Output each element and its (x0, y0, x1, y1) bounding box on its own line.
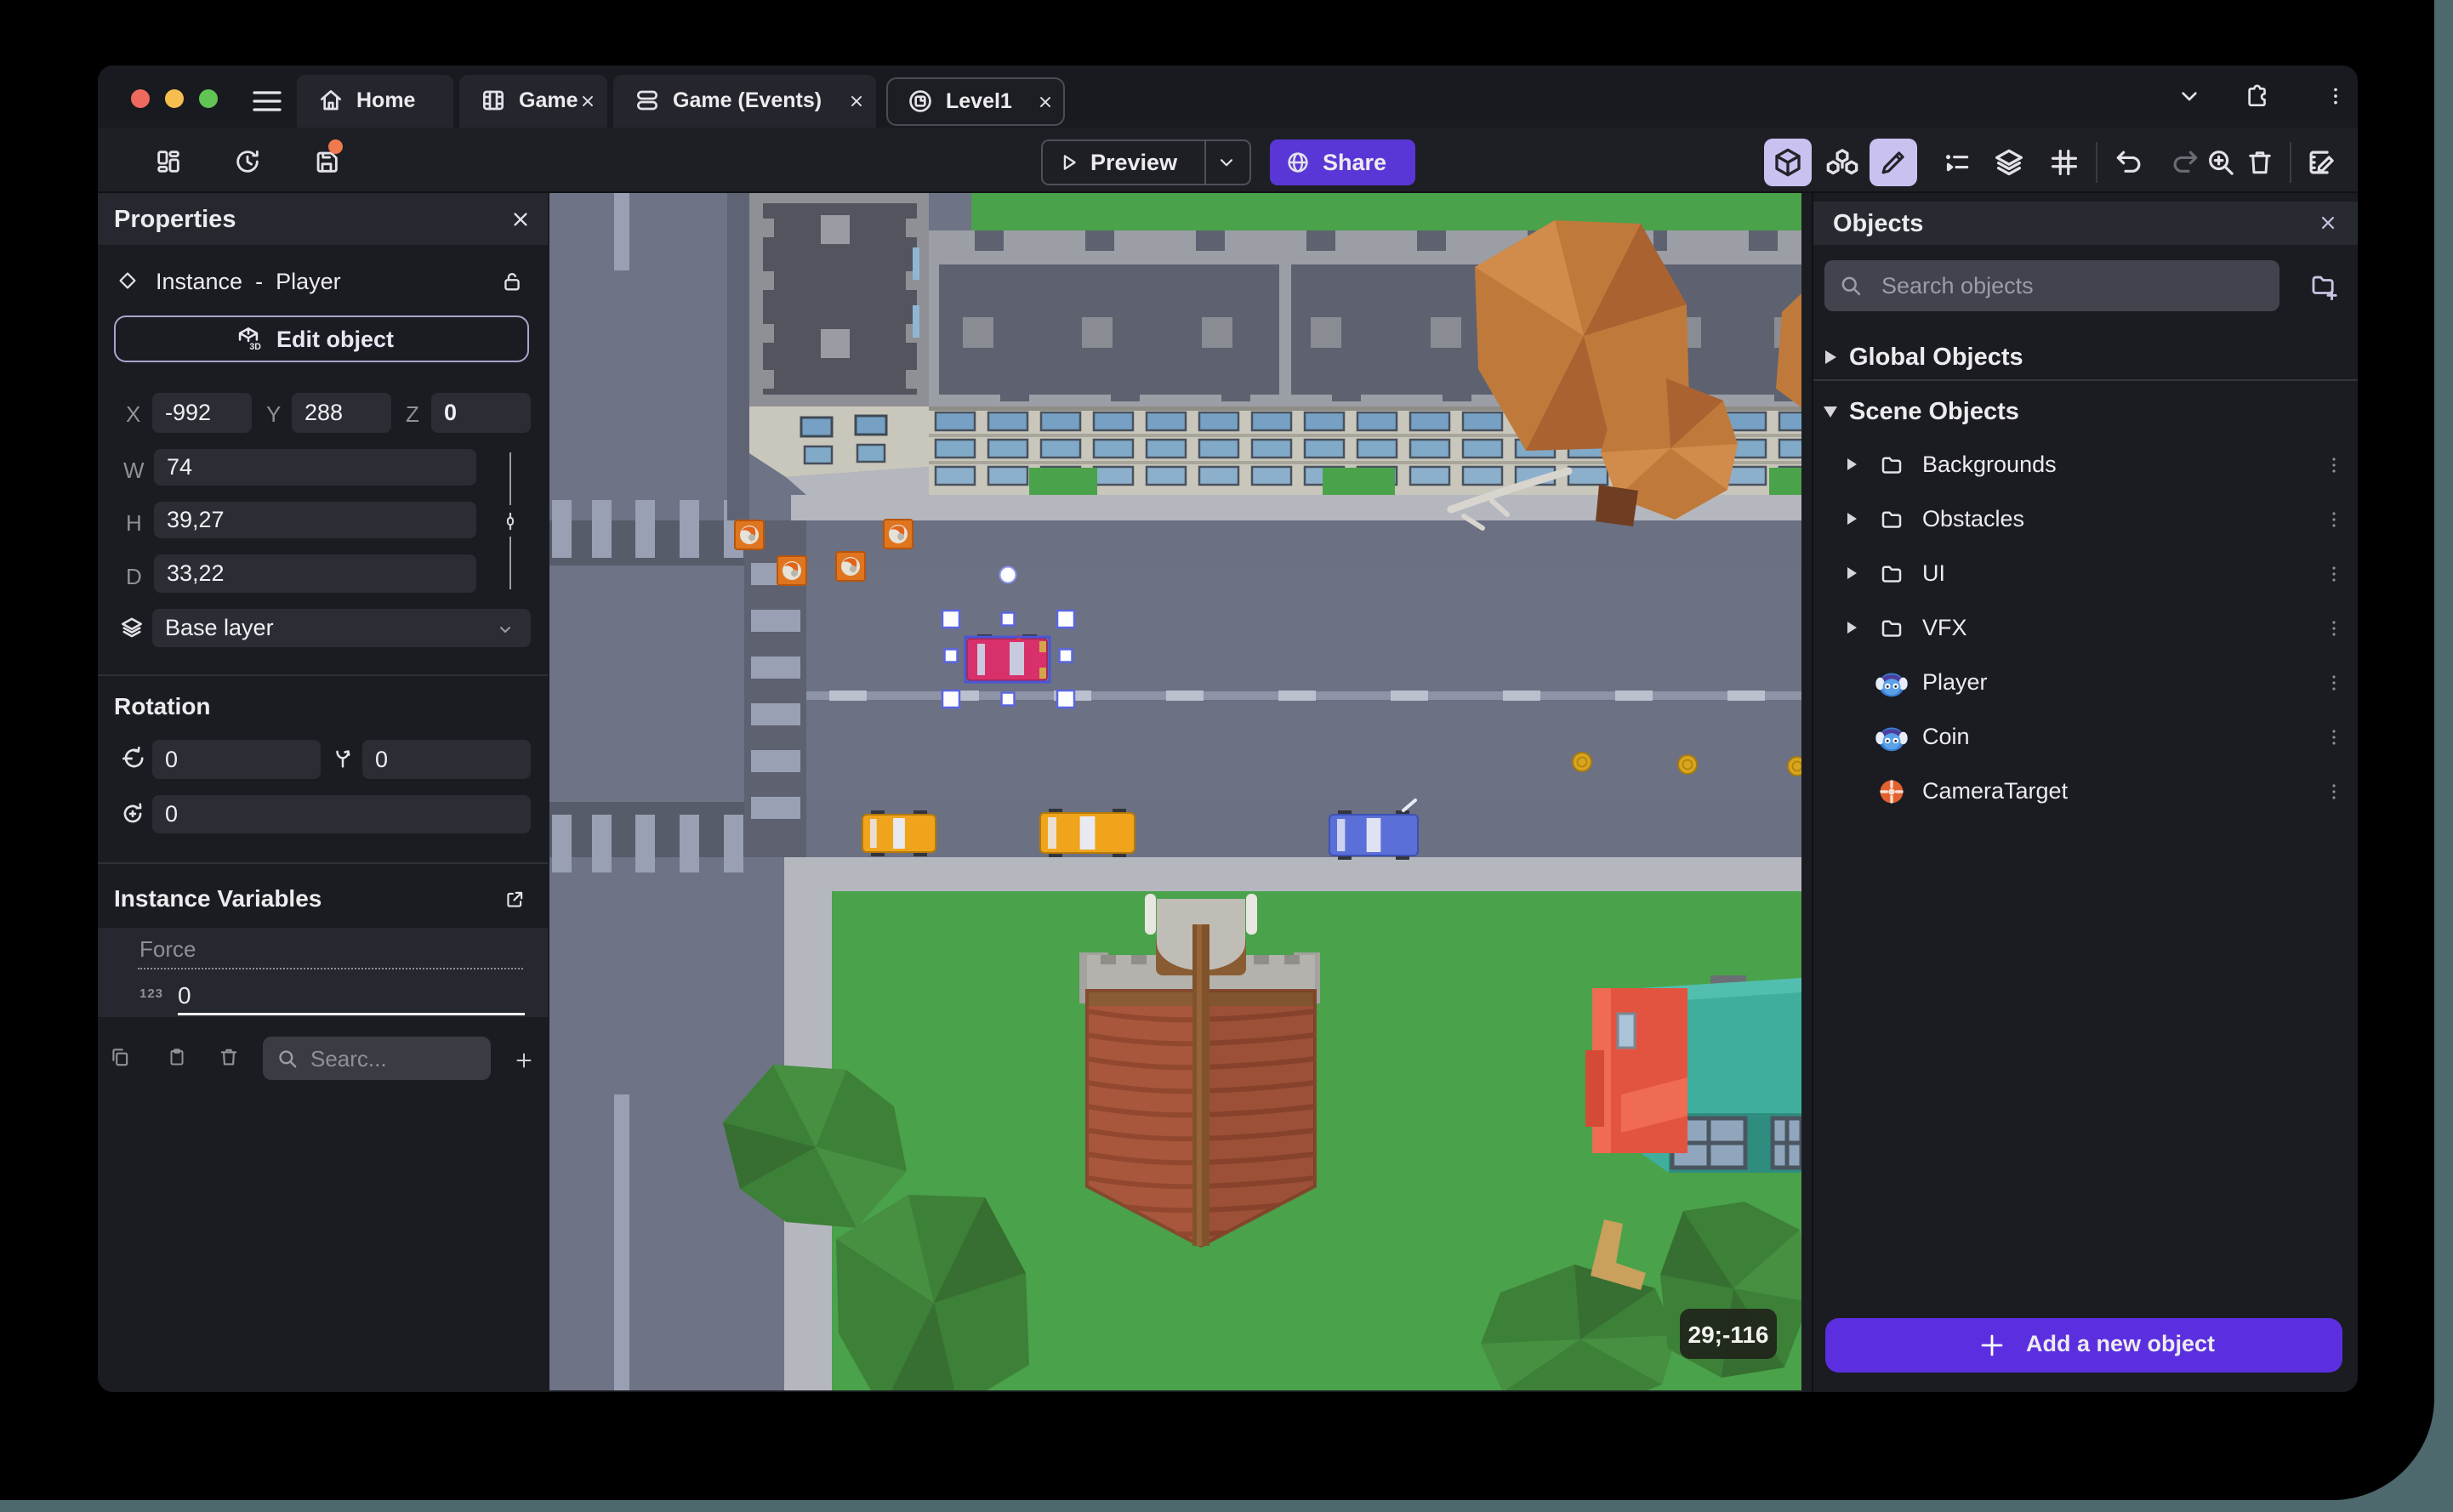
svg-text:3D: 3D (249, 342, 261, 352)
svg-text:29;-116: 29;-116 (1688, 1322, 1769, 1348)
